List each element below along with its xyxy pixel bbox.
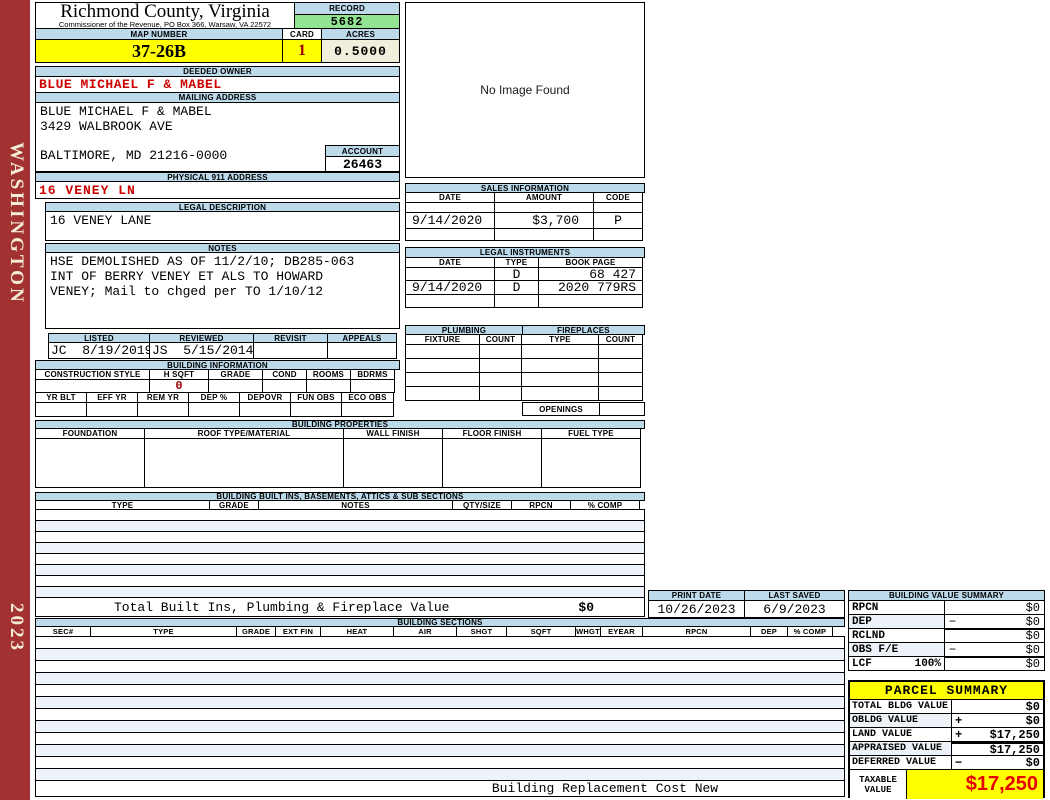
plumbing-fireplace-row (405, 358, 643, 373)
legal-instrument-row: D 68 427 (405, 267, 643, 281)
mailing-line: 3429 WALBROOK AVE (40, 119, 395, 134)
map-number-value: 37-26B (35, 39, 283, 63)
account-number: 26463 (325, 156, 400, 172)
op: + (955, 728, 962, 742)
note-line: INT OF BERRY VENEY ET ALS TO HOWARD (50, 269, 395, 284)
bvs-row: RPCN $0 (848, 600, 1045, 615)
building-properties-cells (35, 438, 641, 488)
physical-address-value: 16 VENEY LN (35, 181, 400, 199)
lcf-percent: 100% (915, 658, 941, 670)
op: + (955, 714, 962, 728)
building-sections-empty-rows (35, 636, 845, 781)
built-ins-empty-rows (35, 509, 645, 598)
acres-value: 0.5000 (321, 39, 400, 63)
legal-description-box: 16 VENEY LANE (45, 211, 400, 241)
legal-description-value: 16 VENEY LANE (50, 213, 395, 228)
parcel-summary-row: DEFERRED VALUE −$0 (850, 756, 1043, 770)
review-values: JC 8/19/2019 JS 5/15/2014 (48, 342, 397, 359)
record-number: 5682 (294, 14, 400, 29)
listed-value: JC 8/19/2019 (48, 342, 150, 359)
taxable-value-label: TAXABLE VALUE (850, 770, 907, 799)
property-photo-box: No Image Found (405, 2, 645, 178)
parcel-summary-row: OBLDG VALUE +$0 (850, 714, 1043, 728)
legal-instrument-row (405, 294, 643, 308)
bvs-row: OBS F/E −$0 (848, 642, 1045, 657)
county-title: Richmond County, Virginia (36, 3, 294, 21)
op: − (955, 756, 962, 770)
plumbing-fireplace-row (405, 386, 643, 401)
op: − (949, 643, 956, 657)
plumbing-fireplace-row (405, 372, 643, 387)
county-title-box: Richmond County, Virginia Commissioner o… (35, 2, 295, 29)
op: − (949, 615, 956, 629)
built-ins-total-value: $0 (578, 600, 594, 615)
built-ins-total-label: Total Built Ins, Plumbing & Fireplace Va… (114, 600, 449, 615)
print-date-value: 10/26/2023 (648, 600, 745, 618)
built-ins-total-row: Total Built Ins, Plumbing & Fireplace Va… (35, 597, 645, 617)
parcel-summary-box: PARCEL SUMMARY TOTAL BLDG VALUE $0 OBLDG… (848, 680, 1045, 798)
legal-instrument-row: 9/14/2020 D 2020 779RS (405, 280, 643, 295)
sales-row (405, 228, 643, 241)
reviewed-value: JS 5/15/2014 (149, 342, 254, 359)
revisit-value (253, 342, 328, 359)
card-number-value: 1 (282, 39, 322, 63)
parcel-summary-row: LAND VALUE +$17,250 (850, 728, 1043, 742)
deeded-owner-value: BLUE MICHAEL F & MABEL (35, 76, 400, 93)
parcel-summary-row: APPRAISED VALUE $17,250 (850, 742, 1043, 756)
h-sqft-value: 0 (149, 379, 209, 393)
parcel-summary-title: PARCEL SUMMARY (850, 682, 1043, 700)
notes-box: HSE DEMOLISHED AS OF 11/2/10; DB285-063 … (45, 252, 400, 329)
district-tab-label: WASHINGTON (3, 98, 27, 348)
sale-code: P (593, 212, 643, 229)
property-record-card: WASHINGTON 2023 Richmond County, Virgini… (0, 0, 1050, 800)
bvs-row: LCF100% $0 (848, 656, 1045, 671)
last-saved-value: 6/9/2023 (744, 600, 845, 618)
taxable-value-amount: $17,250 (907, 770, 1043, 799)
openings-label: OPENINGS (522, 402, 600, 416)
building-info-values-2 (35, 402, 394, 417)
no-image-text: No Image Found (480, 83, 569, 97)
parcel-summary-row: TOTAL BLDG VALUE $0 (850, 700, 1043, 714)
bvs-row: RCLND $0 (848, 628, 1045, 643)
plumbing-fireplace-row (405, 344, 643, 359)
sale-amount: $3,700 (494, 212, 594, 229)
mailing-line: BLUE MICHAEL F & MABEL (40, 104, 395, 119)
building-info-values-1: 0 (35, 379, 395, 393)
building-sections-footer: Building Replacement Cost New (35, 780, 845, 797)
bvs-row: DEP −$0 (848, 614, 1045, 629)
sales-row: 9/14/2020 $3,700 P (405, 212, 643, 229)
replacement-cost-label: Building Replacement Cost New (492, 781, 718, 796)
appeals-value (327, 342, 397, 359)
district-sidebar: WASHINGTON 2023 (0, 0, 30, 800)
note-line: VENEY; Mail to chged per TO 1/10/12 (50, 284, 395, 299)
note-line: HSE DEMOLISHED AS OF 11/2/10; DB285-063 (50, 254, 395, 269)
openings-value (599, 402, 645, 416)
taxable-value-row: TAXABLE VALUE $17,250 (850, 770, 1043, 799)
year-tab-label: 2023 (3, 580, 27, 675)
sale-date: 9/14/2020 (405, 212, 495, 229)
